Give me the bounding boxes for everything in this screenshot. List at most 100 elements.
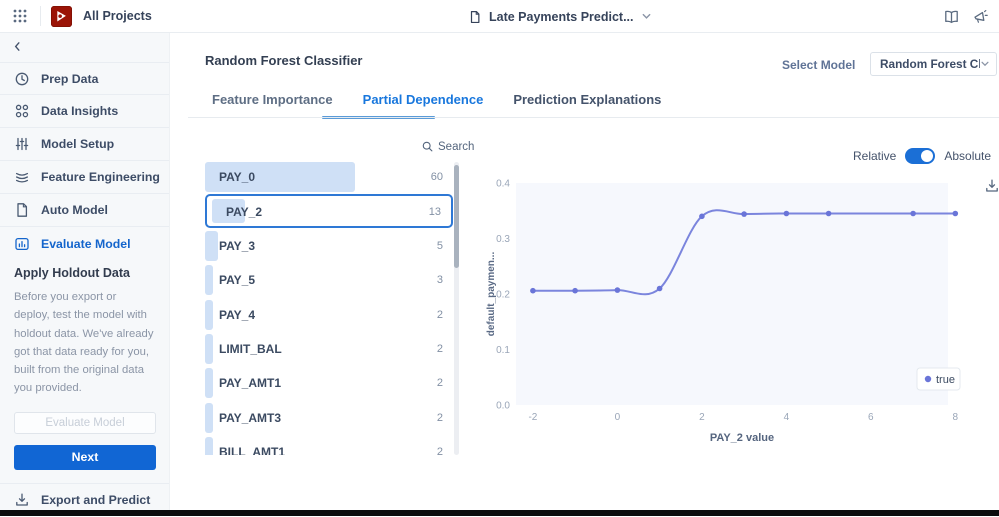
feature-name: PAY_AMT1: [219, 376, 281, 390]
y-tick-label: 0.3: [496, 234, 510, 245]
x-tick-label: 2: [699, 412, 705, 423]
legend-label: true: [936, 374, 955, 386]
announcement-horn-icon[interactable]: [972, 9, 989, 25]
data-point: [572, 288, 578, 294]
feature-importance-bar: [205, 300, 213, 330]
feature-row-pay_0[interactable]: PAY_060: [205, 162, 453, 192]
relative-absolute-toggle-group: Relative Absolute: [853, 148, 991, 164]
feature-row-pay_amt3[interactable]: PAY_AMT3 2: [205, 403, 453, 433]
feature-importance-bar: [205, 437, 213, 455]
holdout-description: Before you export or deploy, test the mo…: [14, 288, 155, 398]
x-tick-label: 4: [784, 412, 790, 423]
chart-panel-icon: [14, 236, 30, 252]
y-tick-label: 0.4: [496, 179, 510, 190]
feature-count: 2: [437, 343, 443, 355]
feature-count: 2: [437, 412, 443, 424]
layers-icon: [14, 169, 30, 185]
relative-absolute-switch[interactable]: [905, 148, 935, 164]
feature-row-pay_2[interactable]: PAY_213: [205, 194, 453, 228]
search-label: Search: [438, 141, 474, 153]
y-tick-label: 0.1: [496, 345, 510, 356]
scrollbar-thumb[interactable]: [454, 165, 459, 268]
sidebar: Prep Data Data Insights Model Setup Feat…: [0, 33, 170, 510]
y-axis-ticks: 0.00.10.20.30.4: [496, 179, 510, 412]
sidebar-collapse-button[interactable]: [0, 33, 169, 59]
x-tick-label: -2: [528, 412, 537, 423]
chevron-down-icon: [980, 59, 990, 69]
data-point: [953, 211, 959, 217]
docs-book-icon[interactable]: [943, 9, 960, 25]
model-select-dropdown[interactable]: Random Forest Classifie...: [870, 52, 997, 76]
feature-count: 3: [437, 274, 443, 286]
sliders-icon: [14, 136, 30, 152]
pdp-chart: 0.00.10.20.30.4 -202468 default_paymen..…: [480, 140, 999, 450]
chart-legend[interactable]: true: [917, 368, 960, 390]
feature-row-pay_3[interactable]: PAY_35: [205, 231, 453, 261]
sidebar-item-prep-data[interactable]: Prep Data: [0, 62, 169, 95]
absolute-label[interactable]: Absolute: [944, 149, 991, 163]
next-button[interactable]: Next: [14, 445, 156, 470]
feature-row-pay_amt1[interactable]: PAY_AMT1 2: [205, 368, 453, 398]
switch-knob: [921, 150, 933, 162]
feature-name: PAY_AMT3: [219, 411, 281, 425]
sidebar-item-feature-engineering[interactable]: Feature Engineering: [0, 161, 169, 194]
feature-count: 2: [437, 309, 443, 321]
y-tick-label: 0.0: [496, 401, 510, 412]
feature-row-limit_bal[interactable]: LIMIT_BAL2: [205, 334, 453, 364]
app-grid-icon[interactable]: [12, 8, 28, 24]
feature-name: BILL_AMT1: [219, 445, 285, 455]
sidebar-item-label: Auto Model: [41, 203, 108, 217]
x-tick-label: 0: [615, 412, 621, 423]
divider: [188, 117, 999, 118]
feature-row-bill_amt1[interactable]: BILL_AMT1 2: [205, 437, 453, 455]
project-switcher[interactable]: Late Payments Predict...: [468, 0, 652, 33]
feature-importance-bar: [205, 265, 213, 295]
feature-name: PAY_0: [219, 170, 255, 184]
x-axis-label: PAY_2 value: [710, 432, 774, 444]
sidebar-item-evaluate-model[interactable]: Evaluate Model: [0, 227, 169, 260]
x-tick-label: 6: [868, 412, 874, 423]
tab-feature-importance[interactable]: Feature Importance: [212, 92, 333, 119]
data-point: [784, 211, 790, 217]
holdout-title: Apply Holdout Data: [14, 266, 155, 280]
sidebar-item-label: Data Insights: [41, 104, 118, 118]
feature-importance-bar: [205, 403, 213, 433]
data-point: [699, 214, 705, 220]
acrobat-app-logo-icon[interactable]: [51, 6, 72, 27]
data-point: [741, 211, 747, 217]
chevron-left-icon: [12, 41, 23, 52]
feature-count: 2: [437, 446, 443, 455]
tab-partial-dependence[interactable]: Partial Dependence: [363, 92, 484, 119]
partial-dependence-panel: Relative Absolute 0.00.10.20.30.4 -20246…: [480, 140, 999, 470]
clock-icon: [14, 71, 30, 87]
file-icon: [14, 202, 30, 218]
sidebar-item-data-insights[interactable]: Data Insights: [0, 95, 169, 128]
feature-count: 2: [437, 377, 443, 389]
feature-row-pay_4[interactable]: PAY_42: [205, 300, 453, 330]
document-icon: [468, 10, 482, 24]
chart-download-icon[interactable]: [984, 178, 999, 194]
sidebar-item-auto-model[interactable]: Auto Model: [0, 194, 169, 227]
sidebar-item-model-setup[interactable]: Model Setup: [0, 128, 169, 161]
data-point: [826, 211, 832, 217]
tab-prediction-explanations[interactable]: Prediction Explanations: [513, 92, 661, 119]
download-icon: [14, 492, 30, 508]
feature-list-scrollbar[interactable]: [454, 162, 459, 455]
top-bar: All Projects Late Payments Predict...: [0, 0, 999, 33]
insights-nodes-icon: [14, 103, 30, 119]
feature-list: PAY_060PAY_213PAY_35 PAY_53 PAY_42 LIMIT_BA…: [205, 162, 454, 455]
evaluate-model-button[interactable]: Evaluate Model: [14, 412, 156, 434]
feature-importance-bar: [205, 231, 218, 261]
main-content: Random Forest Classifier Select Model Ra…: [170, 33, 999, 510]
feature-search[interactable]: Search: [421, 140, 474, 153]
y-axis-label: default_paymen...: [486, 252, 497, 337]
sidebar-item-label: Evaluate Model: [41, 237, 131, 251]
project-title: Late Payments Predict...: [489, 10, 634, 24]
relative-label[interactable]: Relative: [853, 149, 896, 163]
sidebar-item-label: Export and Predict: [41, 493, 150, 507]
all-projects-link[interactable]: All Projects: [83, 9, 152, 23]
feature-importance-bar: [205, 334, 213, 364]
select-model-label: Select Model: [782, 58, 855, 72]
sidebar-item-label: Model Setup: [41, 137, 114, 151]
feature-row-pay_5[interactable]: PAY_53: [205, 265, 453, 295]
